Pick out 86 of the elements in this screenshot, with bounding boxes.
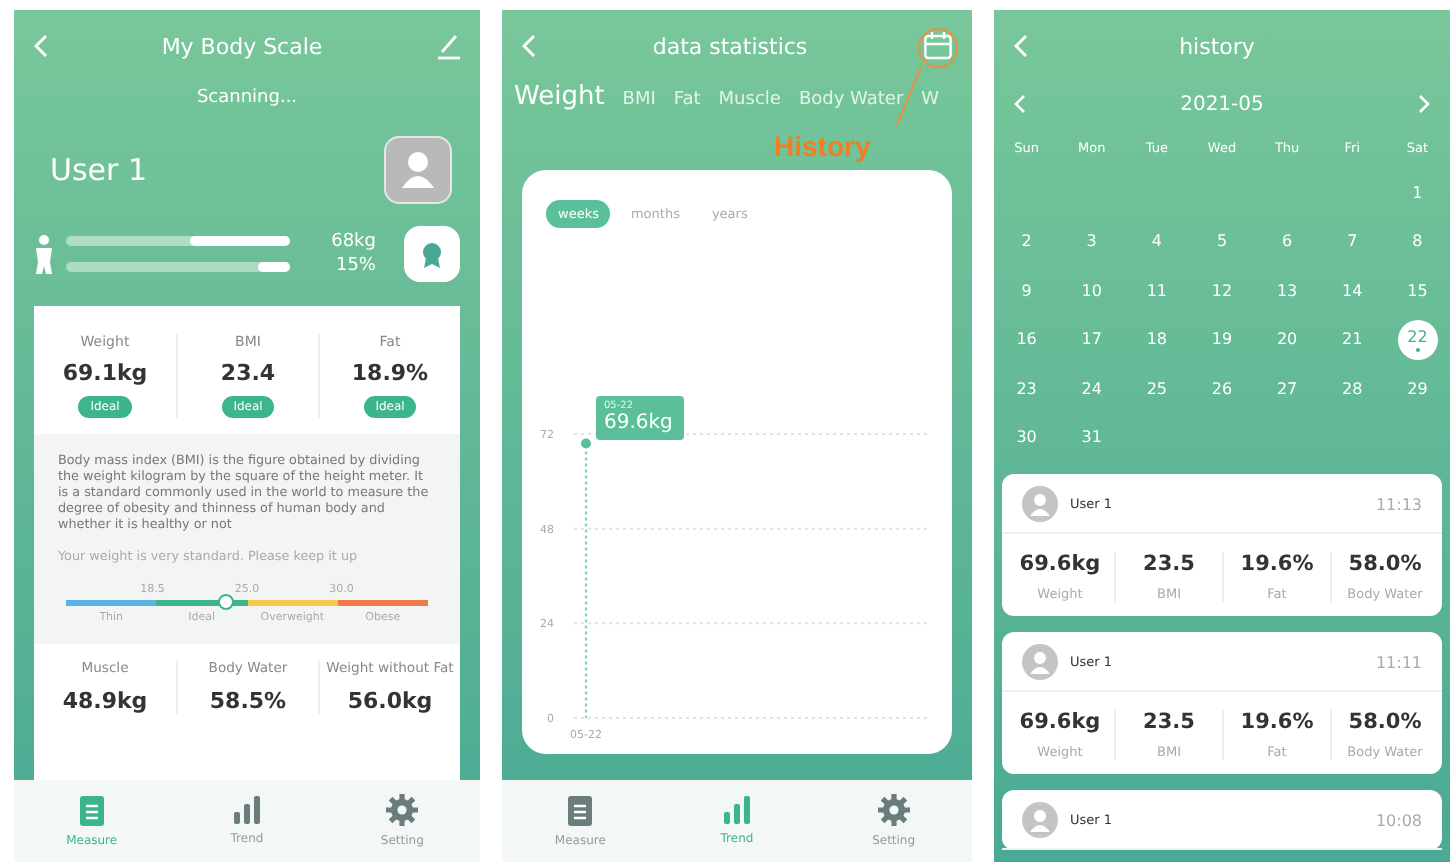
avatar-icon[interactable] xyxy=(384,136,452,204)
highlight-circle xyxy=(918,28,958,68)
back-icon[interactable] xyxy=(1014,34,1028,58)
calendar-day[interactable]: 30 xyxy=(1006,417,1047,458)
calendar-day[interactable]: 6 xyxy=(1267,221,1308,262)
screen-title: My Body Scale xyxy=(161,33,323,59)
badge-button[interactable] xyxy=(404,226,460,282)
calendar-day[interactable]: 11 xyxy=(1136,270,1177,311)
calendar-day[interactable]: 18 xyxy=(1136,319,1177,360)
screen-title: history xyxy=(1179,33,1255,59)
user-name: User 1 xyxy=(50,152,148,188)
avatar-icon xyxy=(1022,802,1058,838)
avatar-icon xyxy=(1022,644,1058,680)
back-icon[interactable] xyxy=(522,34,536,58)
calendar-day[interactable]: 23 xyxy=(1006,368,1047,409)
annotation-text: History xyxy=(774,130,871,162)
category-tab[interactable]: Body Water xyxy=(798,90,904,110)
person-icon xyxy=(34,233,54,275)
category-tab[interactable]: BMI xyxy=(622,90,656,110)
chevron-left-icon[interactable] xyxy=(1014,94,1026,114)
edit-icon[interactable] xyxy=(435,32,460,60)
calendar-day[interactable]: 20 xyxy=(1267,319,1308,360)
document-icon xyxy=(566,795,595,825)
calendar-day[interactable]: 7 xyxy=(1332,221,1373,262)
calendar-icon[interactable] xyxy=(924,32,952,60)
category-tab[interactable]: Muscle xyxy=(718,90,781,110)
tooltip-value: 69.6kg xyxy=(604,411,673,434)
calendar-day[interactable]: 5 xyxy=(1201,221,1242,262)
calendar-day[interactable]: 29 xyxy=(1397,368,1438,409)
category-tab[interactable]: Fat xyxy=(673,90,701,110)
calendar-day[interactable]: 12 xyxy=(1201,270,1242,311)
calendar-day[interactable]: 24 xyxy=(1071,368,1112,409)
calendar-day[interactable]: 10 xyxy=(1071,270,1112,311)
reading-text: 68kg xyxy=(331,232,376,252)
calendar-day[interactable]: 15 xyxy=(1397,270,1438,311)
metric-value: 69.1kg xyxy=(62,360,148,386)
calendar-day[interactable]: 3 xyxy=(1071,221,1112,262)
calendar-day[interactable]: 19 xyxy=(1201,319,1242,360)
calendar-day[interactable]: 22 xyxy=(1397,319,1438,360)
calendar-day[interactable]: 1 xyxy=(1397,172,1438,213)
calendar-day[interactable]: 8 xyxy=(1397,221,1438,262)
metric-value: 69.6kg xyxy=(1019,710,1101,734)
metric-value: 23.5 xyxy=(1143,710,1195,734)
category-tab[interactable]: W xyxy=(921,90,940,110)
metric-value: 48.9kg xyxy=(62,688,148,714)
metric-value: 23.5 xyxy=(1143,552,1195,576)
settings-icon xyxy=(386,794,419,826)
calendar-day[interactable]: 9 xyxy=(1006,270,1047,311)
medal-icon xyxy=(420,241,444,267)
calendar-day[interactable]: 26 xyxy=(1201,368,1242,409)
month-label: 2021-05 xyxy=(1180,93,1264,115)
avatar-icon xyxy=(1022,486,1058,522)
metric-value: 58.5% xyxy=(209,688,287,714)
bar-chart-icon xyxy=(233,796,260,824)
calendar-day[interactable]: 25 xyxy=(1136,368,1177,409)
record-time: 10:08 xyxy=(1375,811,1422,829)
calendar-day[interactable]: 21 xyxy=(1332,319,1373,360)
screen-title: data statistics xyxy=(652,33,808,59)
calendar-day[interactable]: 17 xyxy=(1071,319,1112,360)
category-tab[interactable]: Weight xyxy=(514,82,605,112)
calendar-day[interactable]: 27 xyxy=(1267,368,1308,409)
calendar-day[interactable]: 4 xyxy=(1136,221,1177,262)
calendar-day[interactable]: 14 xyxy=(1332,270,1373,311)
metric-value: 69.6kg xyxy=(1019,552,1101,576)
record-time: 11:11 xyxy=(1375,653,1422,671)
calendar-day[interactable]: 31 xyxy=(1071,417,1112,458)
calendar-day[interactable]: 16 xyxy=(1006,319,1047,360)
bar-chart-icon xyxy=(723,796,750,824)
calendar-day[interactable]: 28 xyxy=(1332,368,1373,409)
reading-text: 15% xyxy=(333,256,376,276)
metric-value: 23.4 xyxy=(220,360,276,386)
calendar-day[interactable]: 2 xyxy=(1006,221,1047,262)
settings-icon xyxy=(877,794,910,826)
metric-value: 58.0% xyxy=(1348,710,1422,734)
metric-value: 19.6% xyxy=(1240,710,1314,734)
metric-value: 56.0kg xyxy=(347,688,433,714)
metric-value: 19.6% xyxy=(1240,552,1314,576)
record-time: 11:13 xyxy=(1375,495,1422,513)
document-icon xyxy=(77,795,106,825)
calendar-day[interactable]: 13 xyxy=(1267,270,1308,311)
status-text: Scanning... xyxy=(194,86,300,112)
data-point xyxy=(581,438,591,449)
back-icon[interactable] xyxy=(34,34,48,58)
chevron-right-icon[interactable] xyxy=(1417,94,1430,114)
metric-value: 18.9% xyxy=(351,360,429,386)
metric-value: 58.0% xyxy=(1348,552,1422,576)
